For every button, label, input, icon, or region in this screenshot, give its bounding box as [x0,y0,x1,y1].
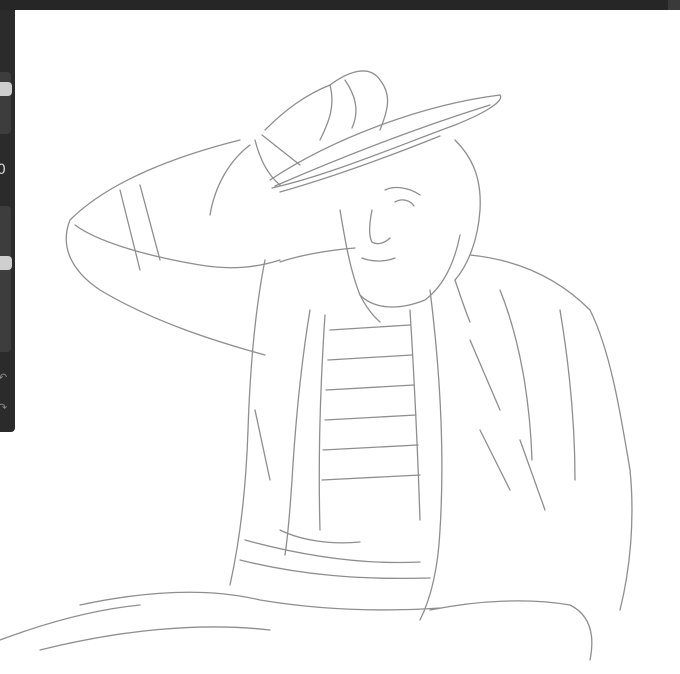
brush-sidebar: 0 ↶ ↷ [0,10,15,432]
undo-icon[interactable]: ↶ [0,372,10,384]
pencil-sketch [0,70,633,661]
opacity-thumb[interactable] [0,256,12,270]
brush-size-thumb[interactable] [0,82,12,96]
redo-icon[interactable]: ↷ [0,402,10,414]
drawing-canvas[interactable] [0,10,680,674]
brush-size-slider[interactable] [0,72,12,134]
brush-size-value: 0 [0,162,6,178]
opacity-slider[interactable] [0,206,12,352]
top-toolbar [0,0,680,10]
toolbar-edge [668,0,680,10]
